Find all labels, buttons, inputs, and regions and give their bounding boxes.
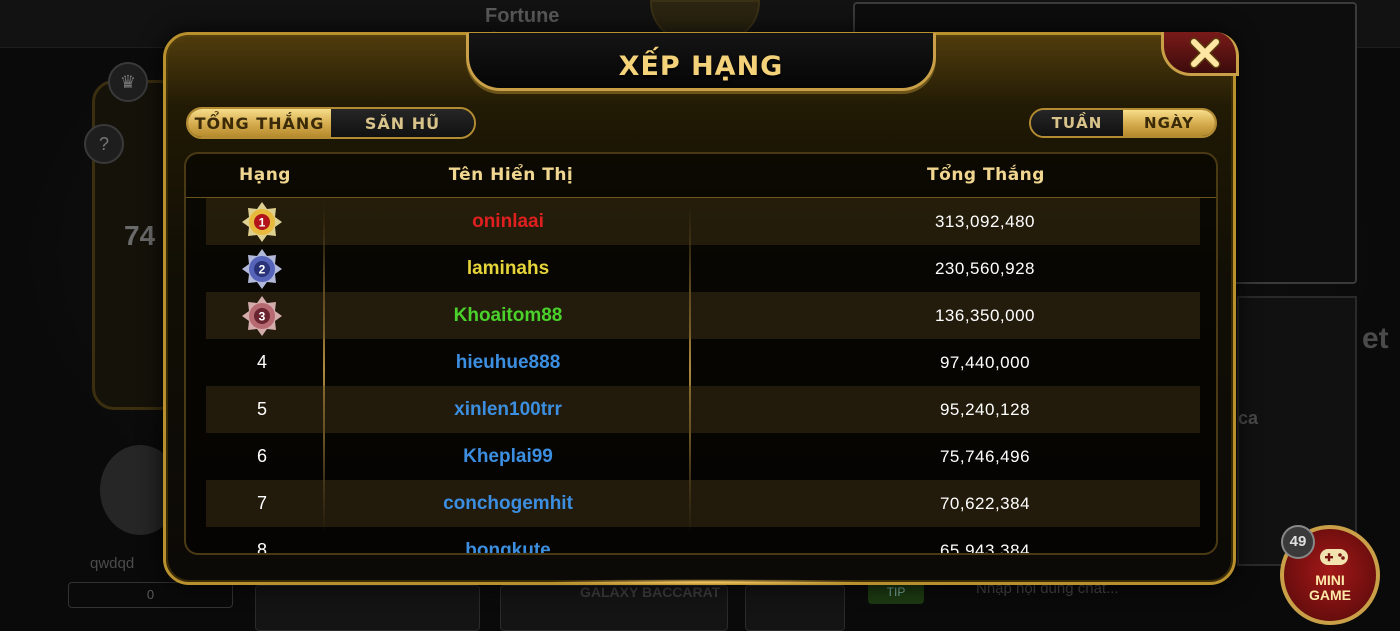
game-tile[interactable]: [255, 585, 480, 631]
lobby-jackpot-number: 74: [124, 220, 156, 251]
trophy-icon[interactable]: ♛: [108, 62, 148, 102]
table-row[interactable]: 8 bongkute 65,943,384: [206, 527, 1200, 555]
column-header-name: Tên Hiển Thị: [448, 165, 574, 185]
rank-number: 8: [256, 540, 267, 555]
leaderboard-table[interactable]: Hạng Tên Hiển Thị Tổng Thắng 1 oninlaai 31…: [184, 152, 1218, 555]
category-tabs: TỔNG THẮNG SĂN HŨ: [186, 107, 476, 139]
total-wins: 95,240,128: [939, 399, 1031, 419]
rank-cell: 5: [222, 386, 302, 433]
rank-cell: 8: [222, 527, 302, 555]
mini-game-label: MINI GAME: [1284, 573, 1376, 603]
lobby-fortune-label: Fortune: [485, 5, 560, 27]
medal-rank-number: 2: [259, 262, 266, 276]
table-row[interactable]: 7 conchogemhit 70,622,384: [206, 480, 1200, 527]
player-name: xinlen100trr: [454, 398, 562, 420]
medal-rank-number: 3: [259, 309, 266, 323]
table-row[interactable]: 4 hieuhue888 97,440,000: [206, 339, 1200, 386]
tab-week[interactable]: TUẦN: [1031, 110, 1123, 136]
gamepad-icon: [1320, 549, 1348, 565]
table-row[interactable]: 1 oninlaai 313,092,480: [206, 198, 1200, 245]
tab-jackpot-hunt[interactable]: SĂN HŨ: [331, 109, 474, 137]
player-name: hieuhue888: [455, 351, 561, 373]
table-body: 1 oninlaai 313,092,480 2 laminahs 230,560,928…: [206, 198, 1200, 555]
player-name: Khoaitom88: [453, 304, 563, 326]
rank-cell: 4: [222, 339, 302, 386]
lobby-username: qwdqd: [90, 555, 135, 572]
table-row[interactable]: 6 Kheplai99 75,746,496: [206, 433, 1200, 480]
lobby-edge-text: ca: [1238, 408, 1259, 428]
player-name: Kheplai99: [463, 445, 553, 467]
game-lobby-screen: Fortune 2 et ca 74 ♛ ? qwdqd 0 GALAXY BA…: [0, 0, 1400, 631]
rank-cell: 2: [222, 245, 302, 292]
total-wins: 230,560,928: [934, 258, 1036, 278]
total-wins: 70,622,384: [939, 493, 1031, 513]
total-wins: 313,092,480: [934, 211, 1036, 231]
table-header: Hạng Tên Hiển Thị Tổng Thắng: [186, 154, 1216, 198]
game-tile[interactable]: [745, 585, 845, 631]
rank-cell: 6: [222, 433, 302, 480]
tab-total-wins[interactable]: TỔNG THẮNG: [188, 109, 331, 137]
dialog-bottom-glow: [546, 579, 866, 585]
help-icon[interactable]: ?: [84, 124, 124, 164]
dialog-title: XẾP HẠNG: [618, 51, 784, 82]
total-wins: 136,350,000: [934, 305, 1036, 325]
close-icon: [1189, 37, 1221, 69]
player-name: conchogemhit: [443, 492, 573, 514]
silver-medal-icon: 2: [242, 248, 282, 289]
rank-number: 5: [256, 399, 267, 419]
mini-game-label-line1: MINI: [1315, 572, 1345, 588]
dialog-title-plate: XẾP HẠNG: [466, 33, 936, 91]
player-name: oninlaai: [472, 210, 544, 232]
rank-number: 6: [256, 446, 267, 466]
notification-badge: 49: [1281, 525, 1315, 559]
total-wins: 65,943,384: [939, 540, 1031, 555]
table-row[interactable]: 5 xinlen100trr 95,240,128: [206, 386, 1200, 433]
medal-rank-number: 1: [259, 215, 266, 229]
ranking-dialog: XẾP HẠNG TỔNG THẮNG SĂN HŨ TUẦN NGÀY Hạn…: [163, 32, 1239, 585]
bronze-medal-icon: 3: [242, 295, 282, 336]
column-header-rank: Hạng: [239, 165, 291, 185]
rank-number: 4: [256, 352, 267, 372]
lobby-balance: 0: [68, 582, 233, 608]
lobby-edge-text: et: [1362, 322, 1389, 355]
rank-cell: 3: [222, 292, 302, 339]
table-row[interactable]: 2 laminahs 230,560,928: [206, 245, 1200, 292]
lobby-baccarat-label: GALAXY BACCARAT: [580, 584, 721, 600]
rank-cell: 7: [222, 480, 302, 527]
rank-number: 7: [256, 493, 267, 513]
mini-game-label-line2: GAME: [1309, 587, 1351, 603]
column-header-total: Tổng Thắng: [927, 165, 1045, 185]
rank-cell: 1: [222, 198, 302, 245]
tab-day[interactable]: NGÀY: [1123, 110, 1215, 136]
gold-medal-icon: 1: [242, 201, 282, 242]
close-button[interactable]: [1161, 32, 1239, 76]
table-row[interactable]: 3 Khoaitom88 136,350,000: [206, 292, 1200, 339]
total-wins: 97,440,000: [939, 352, 1031, 372]
total-wins: 75,746,496: [939, 446, 1031, 466]
period-tabs: TUẦN NGÀY: [1029, 108, 1217, 138]
player-name: laminahs: [466, 257, 550, 279]
player-name: bongkute: [465, 539, 551, 555]
